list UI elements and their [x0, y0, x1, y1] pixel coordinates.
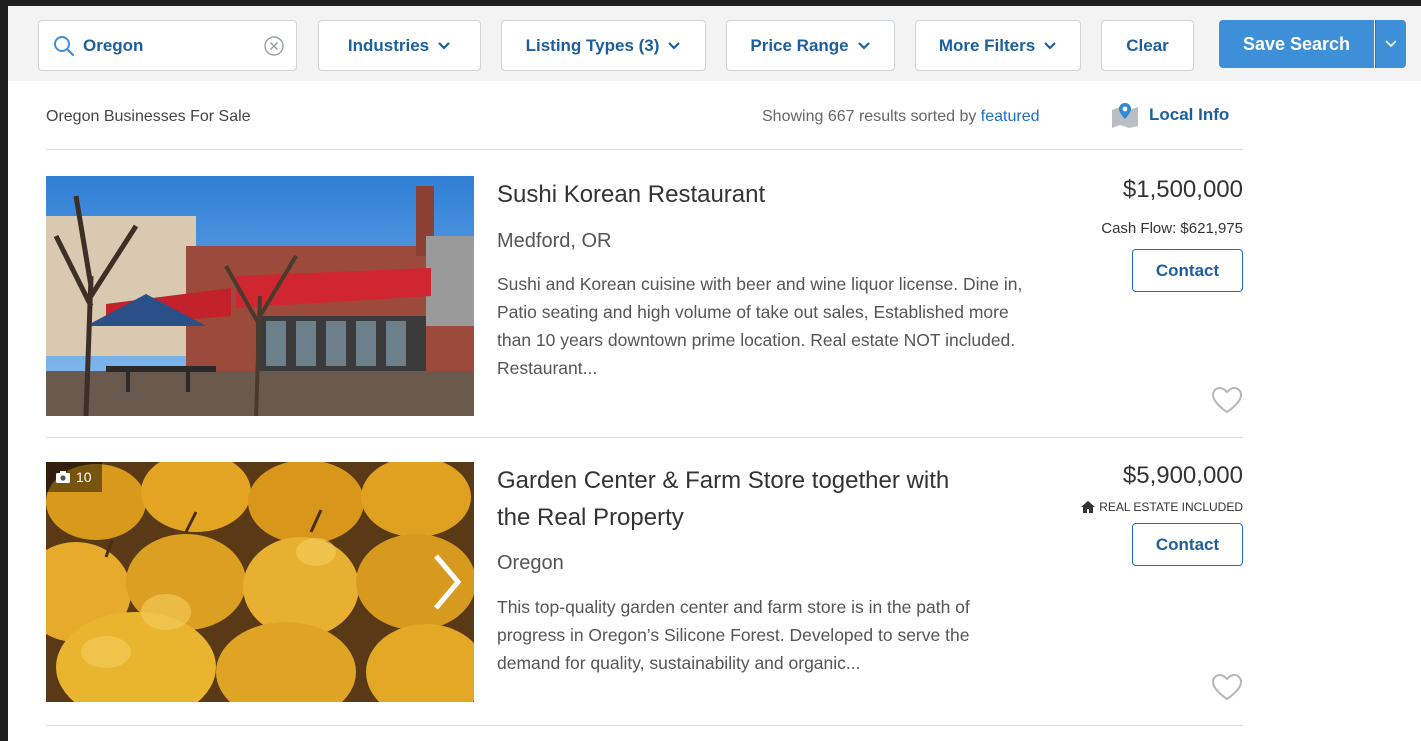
price-range-label: Price Range: [750, 35, 849, 55]
page-frame: Industries Listing Types (3) Price Range…: [8, 6, 1421, 741]
more-filters-dropdown[interactable]: More Filters: [915, 20, 1081, 71]
price-range-dropdown[interactable]: Price Range: [726, 20, 895, 71]
save-search-options-button[interactable]: [1375, 20, 1406, 68]
results-count-text: Showing 667 results sorted by: [762, 108, 977, 125]
sort-link[interactable]: featured: [981, 108, 1040, 125]
clear-label: Clear: [1126, 35, 1169, 55]
contact-button[interactable]: Contact: [1132, 249, 1243, 292]
listing-photo[interactable]: 10: [46, 462, 474, 702]
clear-search-icon[interactable]: [263, 35, 285, 57]
restaurant-photo: [46, 176, 474, 416]
search-icon: [54, 36, 75, 57]
photo-count-badge: 10: [46, 462, 102, 492]
listing-title[interactable]: Garden Center & Farm Store together with…: [497, 462, 987, 536]
chevron-down-icon: [438, 41, 450, 50]
photo-count: 10: [76, 469, 92, 485]
listing-item[interactable]: Sushi Korean Restaurant Medford, OR Sush…: [46, 176, 1243, 438]
listing-cash-flow: Cash Flow: $621,975: [1101, 220, 1243, 237]
save-search-button[interactable]: Save Search: [1219, 20, 1374, 68]
listing-types-dropdown[interactable]: Listing Types (3): [501, 20, 706, 71]
home-icon: [1081, 501, 1096, 513]
listing-location: Medford, OR: [497, 230, 612, 252]
chevron-down-icon: [1385, 40, 1397, 48]
listing-price: $1,500,000: [1122, 176, 1243, 203]
listing-description: Sushi and Korean cuisine with beer and w…: [497, 274, 1023, 378]
listing-description: This top-quality garden center and farm …: [497, 597, 970, 673]
results-header: Oregon Businesses For Sale Showing 667 r…: [46, 102, 1243, 150]
listing-price: $5,900,000: [1122, 462, 1243, 489]
map-pin-icon: [1112, 103, 1138, 128]
chevron-down-icon: [857, 41, 870, 50]
clear-button[interactable]: Clear: [1101, 20, 1194, 71]
results-count: Showing 667 results sorted by featured: [762, 108, 1040, 126]
industries-dropdown[interactable]: Industries: [318, 20, 481, 71]
contact-button[interactable]: Contact: [1132, 523, 1243, 566]
industries-label: Industries: [347, 35, 430, 55]
local-info-link[interactable]: Local Info: [1111, 102, 1229, 128]
chevron-down-icon: [668, 41, 681, 50]
page-title: Oregon Businesses For Sale: [46, 108, 251, 125]
real-estate-badge: REAL ESTATE INCLUDED: [1081, 500, 1243, 514]
listing-photo[interactable]: [46, 176, 474, 416]
real-estate-label: REAL ESTATE INCLUDED: [1099, 500, 1243, 514]
save-search-label: Save Search: [1242, 33, 1351, 54]
camera-icon: [56, 471, 70, 483]
local-info-label: Local Info: [1149, 105, 1230, 124]
more-filters-label: More Filters: [938, 35, 1036, 55]
filter-bar: Industries Listing Types (3) Price Range…: [8, 6, 1421, 81]
favorite-heart-icon[interactable]: [1211, 673, 1243, 701]
chevron-down-icon: [1044, 41, 1056, 50]
listing-types-label: Listing Types (3): [525, 35, 660, 55]
listing-item[interactable]: 10 Garden Center & Farm Store together w…: [46, 462, 1243, 726]
chevron-right-icon[interactable]: [426, 550, 466, 614]
listing-location: Oregon: [497, 552, 564, 574]
search-input[interactable]: [83, 33, 253, 59]
search-box[interactable]: [38, 20, 297, 71]
listing-title[interactable]: Sushi Korean Restaurant: [497, 176, 765, 213]
favorite-heart-icon[interactable]: [1211, 386, 1243, 414]
pears-photo: [46, 462, 474, 702]
